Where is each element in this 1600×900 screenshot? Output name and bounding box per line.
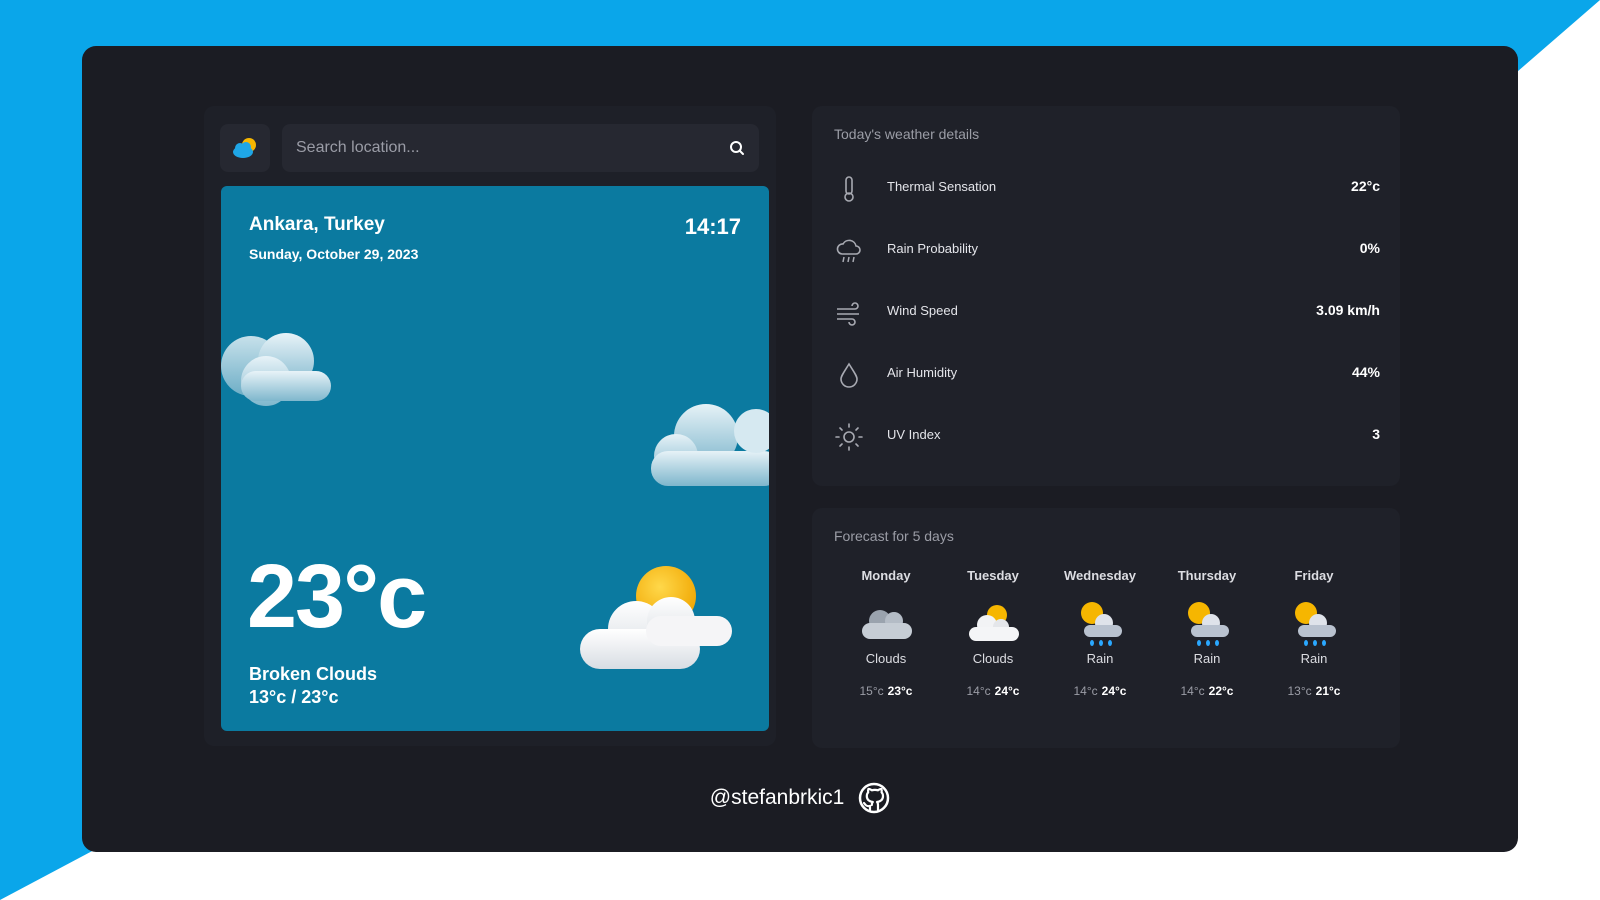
detail-row-rain: Rain Probability 0% (834, 230, 1380, 270)
location-name: Ankara, Turkey (249, 214, 385, 235)
search-bar (282, 124, 759, 172)
today-details-panel: Today's weather details Thermal Sensatio… (812, 106, 1400, 486)
app-logo[interactable] (220, 124, 270, 172)
detail-value: 3 (1372, 426, 1380, 442)
detail-row-humidity: Air Humidity 44% (834, 354, 1380, 394)
forecast-title: Forecast for 5 days (834, 528, 954, 544)
current-temperature: 23°c (247, 547, 427, 647)
search-input[interactable] (296, 124, 716, 172)
github-icon[interactable] (858, 782, 890, 814)
sun-cloud-weather-icon (580, 566, 732, 669)
current-date: Sunday, October 29, 2023 (249, 246, 419, 262)
detail-label: Thermal Sensation (887, 179, 997, 194)
detail-label: Rain Probability (887, 241, 979, 256)
forecast-high: 24°c (994, 684, 1020, 698)
detail-row-uv: UV Index 3 (834, 416, 1380, 456)
sun-icon (835, 423, 863, 451)
sun-cloud-logo-icon (233, 138, 256, 158)
current-condition: Broken Clouds (249, 664, 378, 684)
forecast-range: 13°c 21°c (1259, 684, 1369, 698)
detail-label: Wind Speed (887, 303, 958, 318)
forecast-day-name: Monday (861, 568, 911, 583)
current-time: 14:17 (684, 214, 741, 239)
detail-value: 0% (1359, 240, 1380, 256)
current-weather-card: Ankara, Turkey Sunday, October 29, 2023 … (221, 186, 769, 731)
forecast-high: 24°c (1101, 684, 1127, 698)
forecast-range: 15°c 23°c (831, 684, 941, 698)
decorative-cloud-left (221, 333, 331, 406)
sun-rain-icon (1188, 602, 1229, 646)
forecast-day-thursday: Thursday Rain 14°c 22°c (1152, 568, 1262, 728)
detail-value: 22°c (1351, 178, 1380, 194)
thermometer-icon (844, 176, 854, 202)
forecast-low: 13°c (1287, 684, 1312, 698)
cloud-rain-icon (836, 239, 861, 263)
detail-row-wind: Wind Speed 3.09 km/h (834, 292, 1380, 332)
wind-icon (837, 302, 859, 326)
current-temp-range: 13°c / 23°c (249, 687, 339, 707)
detail-value: 3.09 km/h (1316, 302, 1380, 318)
forecast-day-friday: Friday Rain 13°c 21°c (1259, 568, 1369, 728)
forecast-low: 14°c (966, 684, 991, 698)
github-handle[interactable]: @stefanbrkic1 (710, 786, 845, 809)
forecast-range: 14°c 24°c (938, 684, 1048, 698)
sun-clouds-icon (969, 605, 1019, 641)
decorative-cloud-right (651, 404, 769, 486)
sun-rain-icon (1081, 602, 1122, 646)
forecast-day-name: Tuesday (967, 568, 1019, 583)
footer: @stefanbrkic1 (82, 782, 1518, 814)
detail-label: UV Index (887, 427, 941, 442)
details-title: Today's weather details (834, 126, 980, 142)
sun-rain-icon (1295, 602, 1336, 646)
forecast-high: 23°c (887, 684, 913, 698)
forecast-day-name: Wednesday (1063, 568, 1136, 583)
app-window: Ankara, Turkey Sunday, October 29, 2023 … (82, 46, 1518, 852)
forecast-day-name: Friday (1294, 568, 1334, 583)
search-icon[interactable] (729, 140, 745, 156)
detail-row-thermal: Thermal Sensation 22°c (834, 168, 1380, 208)
forecast-condition: Clouds (972, 651, 1014, 666)
forecast-high: 21°c (1315, 684, 1341, 698)
forecast-range: 14°c 24°c (1045, 684, 1155, 698)
forecast-day-name: Thursday (1177, 568, 1237, 583)
forecast-high: 22°c (1208, 684, 1234, 698)
forecast-low: 14°c (1180, 684, 1205, 698)
droplet-icon (840, 362, 858, 388)
detail-label: Air Humidity (887, 365, 958, 380)
forecast-condition: Rain (1300, 651, 1328, 666)
forecast-low: 14°c (1073, 684, 1098, 698)
forecast-day-tuesday: Tuesday Clouds 14°c 24°c (938, 568, 1048, 728)
forecast-condition: Rain (1193, 651, 1221, 666)
forecast-range: 14°c 22°c (1152, 684, 1262, 698)
forecast-panel: Forecast for 5 days Monday Clouds 15°c 23… (812, 508, 1400, 748)
forecast-day-monday: Monday Clouds 15°c 23°c (831, 568, 941, 728)
detail-value: 44% (1351, 364, 1380, 380)
forecast-day-wednesday: Wednesday Rain 14°c 24°c (1045, 568, 1155, 728)
forecast-condition: Clouds (865, 651, 907, 666)
forecast-condition: Rain (1086, 651, 1114, 666)
clouds-icon (862, 610, 912, 639)
forecast-low: 15°c (859, 684, 884, 698)
